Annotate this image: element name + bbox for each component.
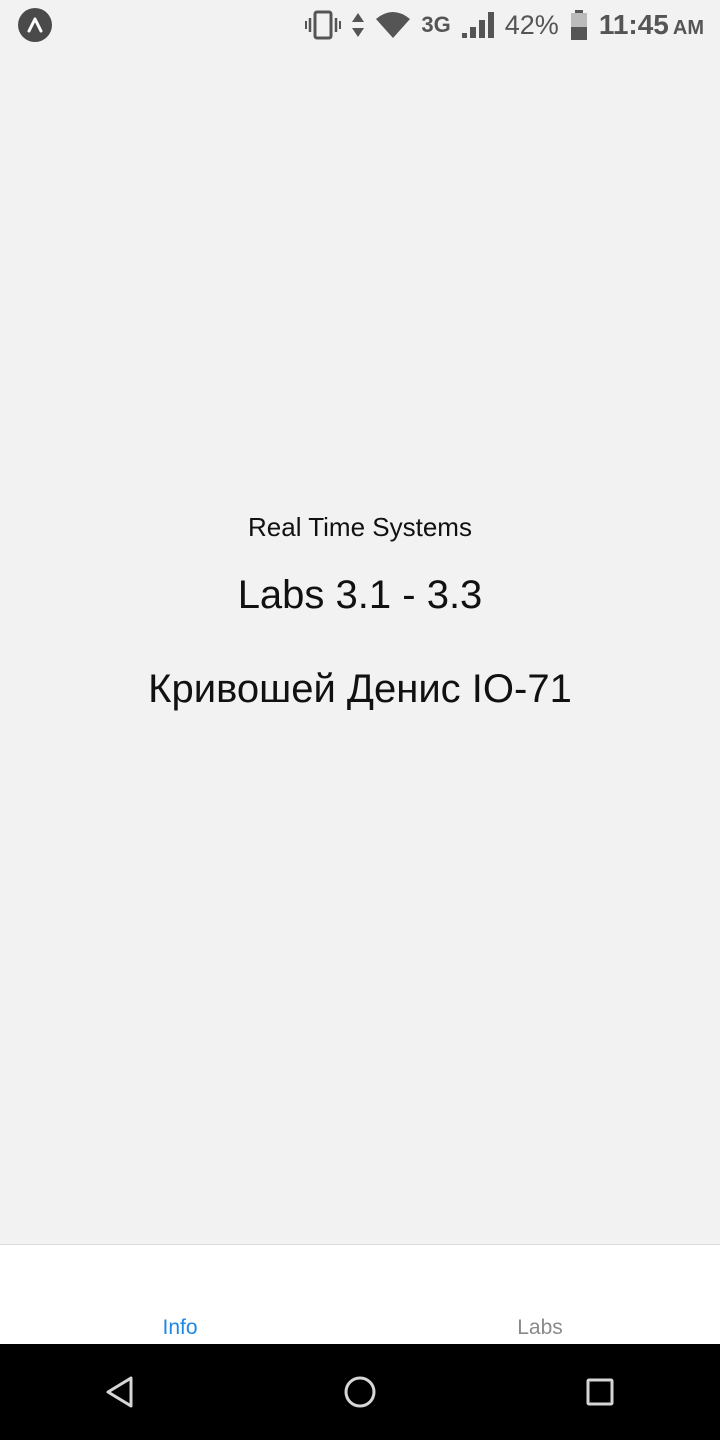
vibrate-icon (305, 10, 342, 40)
battery-percent: 42% (504, 9, 559, 40)
author-name: Кривошей Денис IO-71 (148, 667, 572, 711)
back-button[interactable] (80, 1352, 160, 1432)
network-type-label: 3G (421, 12, 451, 37)
back-icon (106, 1376, 133, 1408)
status-bar: 3G 42% 11:45 AM (0, 0, 720, 50)
data-arrows-icon (351, 11, 365, 39)
tab-info-label: Info (162, 1316, 198, 1339)
clock-ampm: AM (672, 17, 704, 39)
bottom-tab-bar: Info Labs (0, 1244, 720, 1344)
subject-title: Real Time Systems (248, 512, 472, 542)
recents-icon (586, 1378, 614, 1406)
tab-info[interactable]: Info (0, 1245, 360, 1344)
battery-icon (569, 9, 589, 41)
wifi-icon (375, 11, 411, 39)
home-icon (344, 1376, 376, 1408)
labs-title: Labs 3.1 - 3.3 (237, 573, 483, 617)
recents-button[interactable] (560, 1352, 640, 1432)
signal-icon (461, 11, 495, 39)
info-screen-content (0, 50, 720, 1244)
app-screen: 3G 42% 11:45 AM Real Time Systems Labs 3… (0, 0, 720, 1440)
navigation-bar (0, 1344, 720, 1440)
tab-labs-label: Labs (517, 1316, 563, 1339)
status-icons: 3G 42% 11:45 AM (305, 9, 704, 41)
tab-labs[interactable]: Labs (360, 1245, 720, 1344)
app-indicator-icon (18, 8, 52, 42)
clock-time: 11:45 (598, 9, 669, 40)
home-button[interactable] (320, 1352, 400, 1432)
clock: 11:45 AM (599, 9, 704, 41)
